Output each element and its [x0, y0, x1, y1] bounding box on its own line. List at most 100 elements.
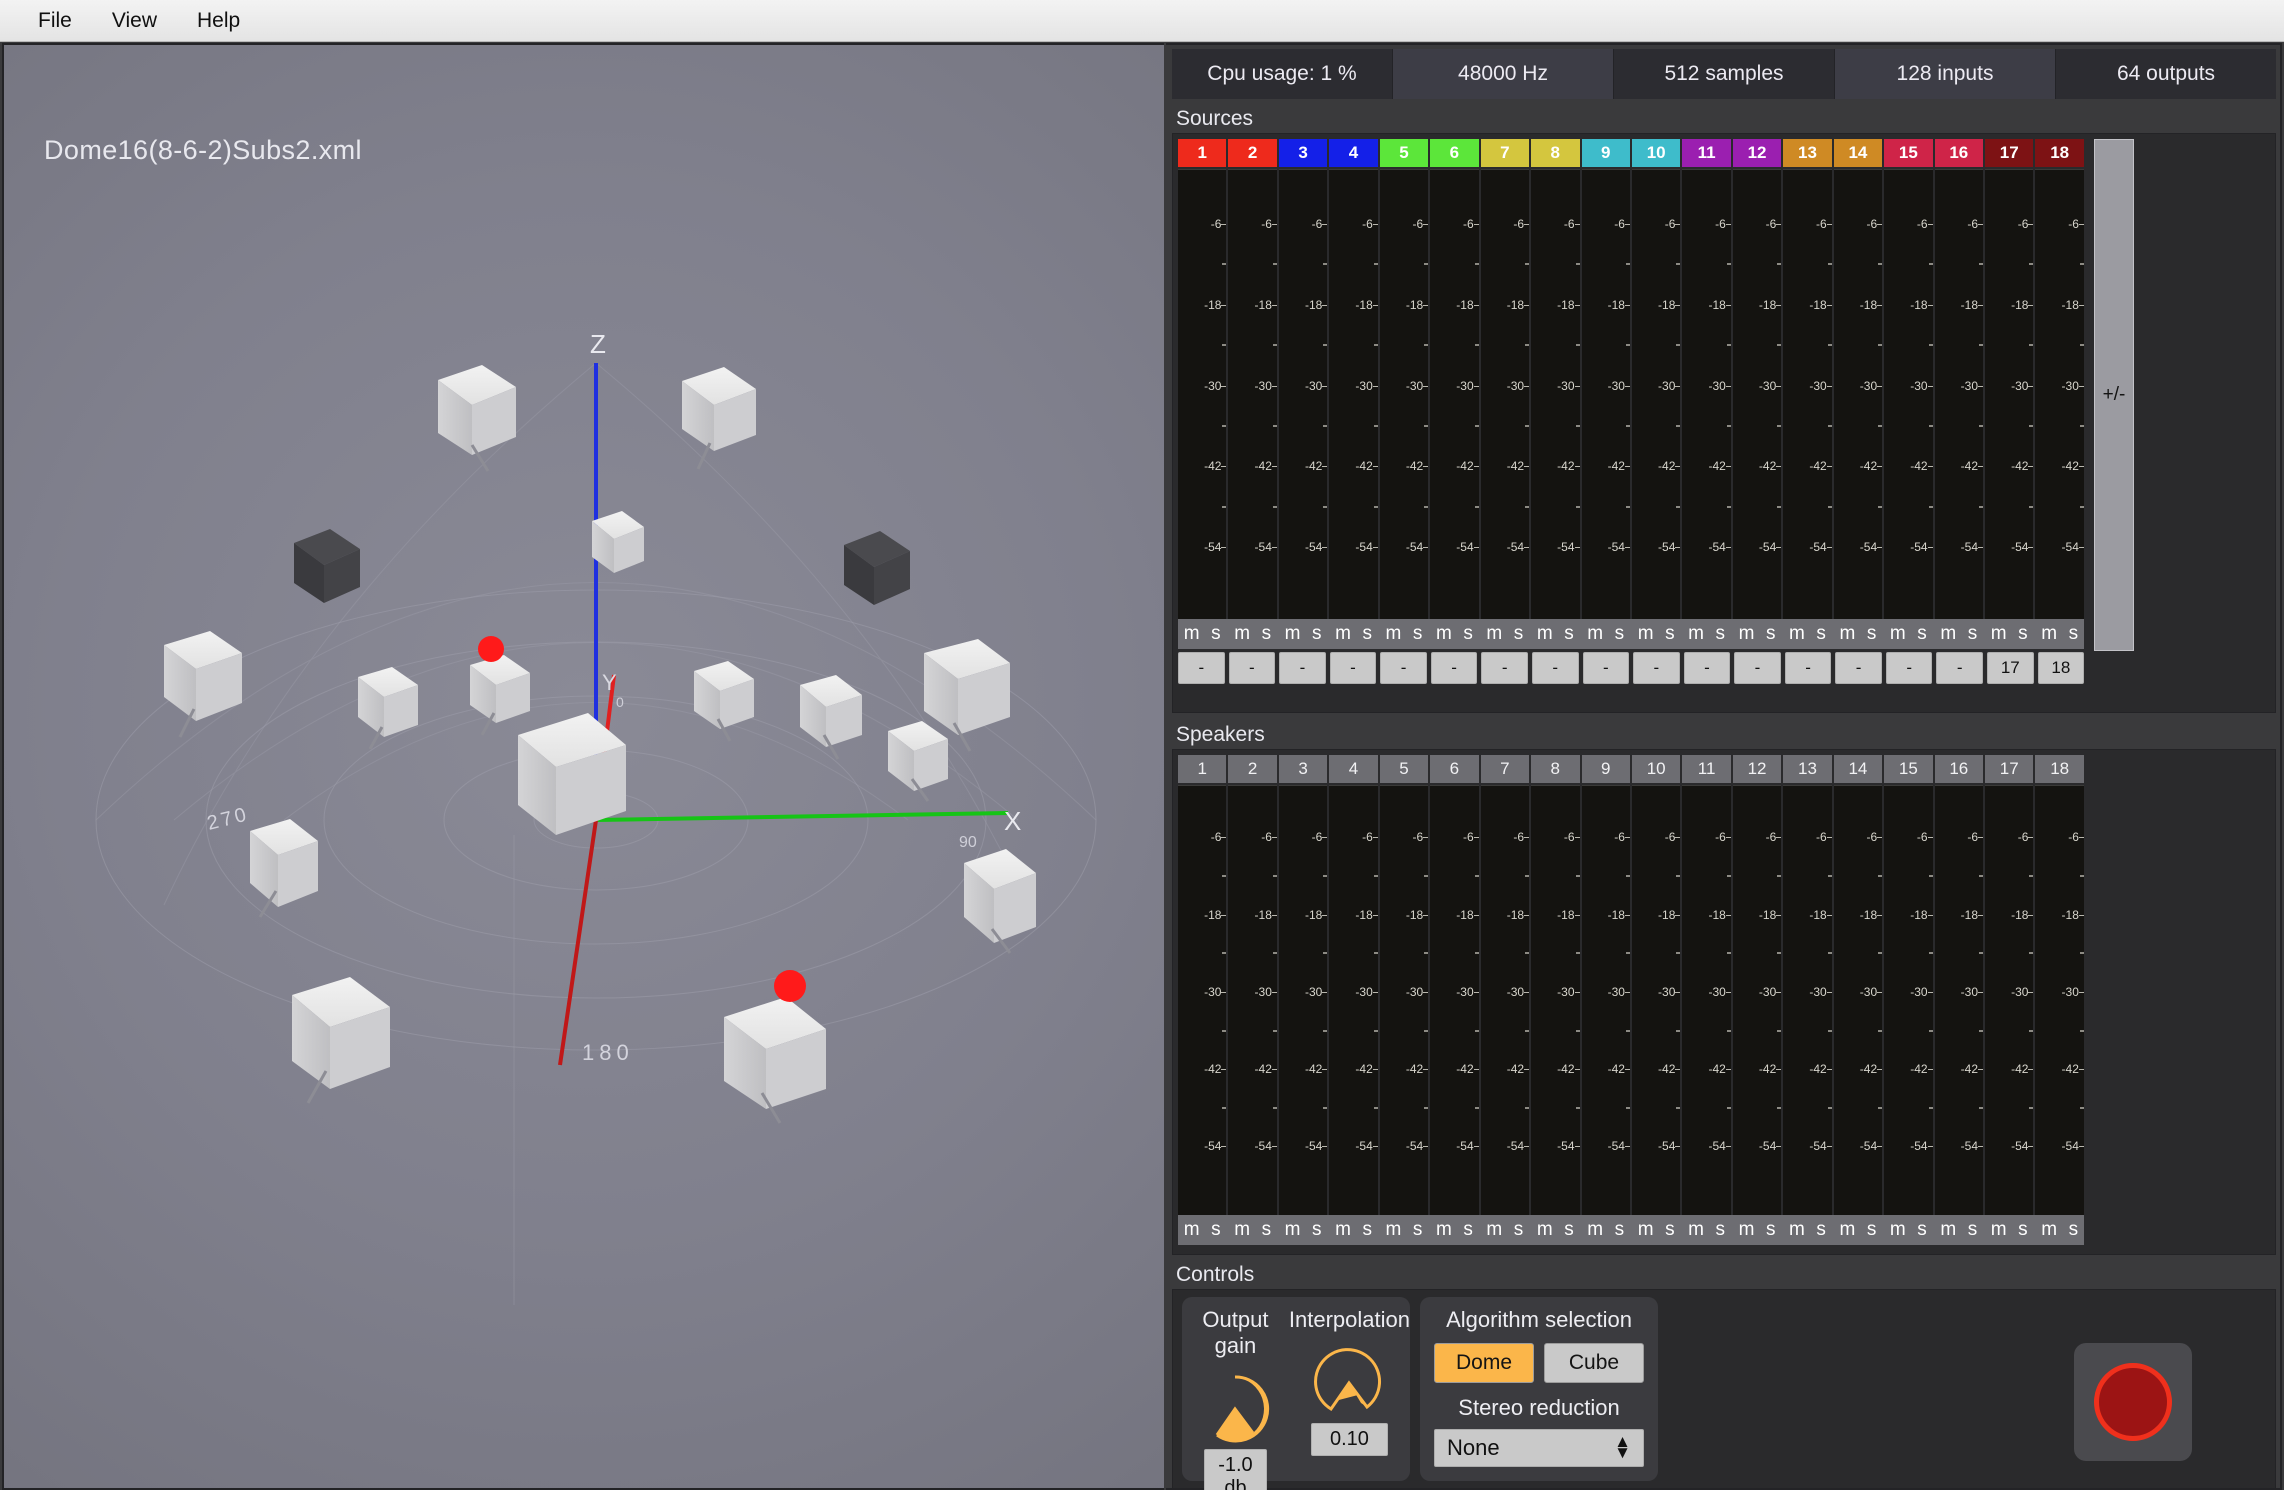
solo-button[interactable]: s: [1211, 1219, 1221, 1241]
status-tab-buffer-size[interactable]: 512 samples: [1614, 49, 1835, 99]
solo-button[interactable]: s: [1816, 1219, 1826, 1241]
solo-button[interactable]: s: [1917, 623, 1927, 645]
channel-header-14[interactable]: 14: [1833, 755, 1883, 783]
routing-button[interactable]: -: [1329, 652, 1377, 684]
mute-button[interactable]: m: [2041, 623, 2057, 645]
channel-header-16[interactable]: 16: [1934, 755, 1983, 783]
mute-button[interactable]: m: [1436, 1219, 1452, 1241]
mute-button[interactable]: m: [1839, 1219, 1855, 1241]
mute-button[interactable]: m: [1940, 623, 1956, 645]
mute-button[interactable]: m: [1486, 623, 1502, 645]
routing-button[interactable]: 18: [2037, 652, 2085, 684]
solo-button[interactable]: s: [1968, 623, 1978, 645]
channel-header-16[interactable]: 16: [1934, 139, 1983, 167]
interpolation-control[interactable]: Interpolation 0.10: [1289, 1307, 1410, 1490]
channel-header-8[interactable]: 8: [1531, 139, 1580, 167]
channel-header-7[interactable]: 7: [1480, 139, 1530, 167]
solo-button[interactable]: s: [1716, 1219, 1726, 1241]
mute-button[interactable]: m: [1688, 1219, 1704, 1241]
solo-button[interactable]: s: [1615, 623, 1625, 645]
channel-header-2[interactable]: 2: [1228, 139, 1277, 167]
algorithm-cube-button[interactable]: Cube: [1544, 1343, 1644, 1383]
output-gain-value[interactable]: -1.0 db: [1204, 1449, 1267, 1490]
routing-button[interactable]: -: [1734, 652, 1781, 684]
interpolation-knob[interactable]: [1289, 1343, 1410, 1419]
channel-header-5[interactable]: 5: [1379, 755, 1429, 783]
channel-header-5[interactable]: 5: [1379, 139, 1429, 167]
routing-button[interactable]: -: [1784, 652, 1832, 684]
solo-button[interactable]: s: [1716, 623, 1726, 645]
mute-button[interactable]: m: [1688, 623, 1704, 645]
status-tab-outputs[interactable]: 64 outputs: [2056, 49, 2276, 99]
channel-header-17[interactable]: 17: [1985, 755, 2034, 783]
output-gain-control[interactable]: Output gain -1.0 db: [1182, 1307, 1289, 1490]
mute-button[interactable]: m: [1386, 1219, 1402, 1241]
solo-button[interactable]: s: [1312, 1219, 1322, 1241]
mute-button[interactable]: m: [1638, 1219, 1654, 1241]
stereo-reduction-select[interactable]: None ▲ ▼: [1434, 1429, 1644, 1467]
channel-header-13[interactable]: 13: [1783, 755, 1832, 783]
mute-button[interactable]: m: [1739, 1219, 1755, 1241]
routing-button[interactable]: -: [1178, 652, 1225, 684]
channel-header-15[interactable]: 15: [1884, 139, 1933, 167]
channel-header-11[interactable]: 11: [1682, 139, 1731, 167]
routing-button[interactable]: 17: [1987, 652, 2034, 684]
menu-item-view[interactable]: View: [92, 7, 177, 35]
channel-header-18[interactable]: 18: [2035, 755, 2084, 783]
channel-header-1[interactable]: 1: [1178, 755, 1227, 783]
mute-button[interactable]: m: [1335, 623, 1351, 645]
solo-button[interactable]: s: [1362, 1219, 1372, 1241]
solo-button[interactable]: s: [2069, 623, 2079, 645]
mute-button[interactable]: m: [1789, 623, 1805, 645]
solo-button[interactable]: s: [2018, 623, 2028, 645]
routing-button[interactable]: -: [1683, 652, 1731, 684]
solo-button[interactable]: s: [1514, 1219, 1524, 1241]
channel-header-2[interactable]: 2: [1228, 755, 1277, 783]
mute-button[interactable]: m: [2041, 1219, 2057, 1241]
solo-button[interactable]: s: [1665, 623, 1675, 645]
solo-button[interactable]: s: [1564, 623, 1574, 645]
channel-header-1[interactable]: 1: [1178, 139, 1227, 167]
channel-header-8[interactable]: 8: [1531, 755, 1580, 783]
mute-button[interactable]: m: [1789, 1219, 1805, 1241]
routing-button[interactable]: -: [1380, 652, 1427, 684]
routing-button[interactable]: -: [1279, 652, 1326, 684]
mute-button[interactable]: m: [1991, 623, 2007, 645]
solo-button[interactable]: s: [1262, 623, 1272, 645]
routing-button[interactable]: -: [1885, 652, 1933, 684]
menu-item-file[interactable]: File: [18, 7, 92, 35]
mute-button[interactable]: m: [1739, 623, 1755, 645]
channel-header-9[interactable]: 9: [1581, 139, 1630, 167]
channel-header-11[interactable]: 11: [1682, 755, 1731, 783]
solo-button[interactable]: s: [1867, 1219, 1877, 1241]
channel-header-14[interactable]: 14: [1833, 139, 1883, 167]
channel-header-12[interactable]: 12: [1732, 755, 1782, 783]
status-tab-sample-rate[interactable]: 48000 Hz: [1393, 49, 1614, 99]
solo-button[interactable]: s: [1564, 1219, 1574, 1241]
mute-button[interactable]: m: [1234, 1219, 1250, 1241]
solo-button[interactable]: s: [2069, 1219, 2079, 1241]
routing-button[interactable]: -: [1936, 652, 1983, 684]
solo-button[interactable]: s: [1665, 1219, 1675, 1241]
routing-button[interactable]: -: [1430, 652, 1478, 684]
routing-button[interactable]: -: [1582, 652, 1630, 684]
solo-button[interactable]: s: [1413, 1219, 1423, 1241]
mute-button[interactable]: m: [1386, 623, 1402, 645]
routing-button[interactable]: -: [1531, 652, 1579, 684]
solo-button[interactable]: s: [1463, 1219, 1473, 1241]
mute-button[interactable]: m: [1839, 623, 1855, 645]
mute-button[interactable]: m: [1587, 1219, 1603, 1241]
solo-button[interactable]: s: [1917, 1219, 1927, 1241]
solo-button[interactable]: s: [1615, 1219, 1625, 1241]
mute-button[interactable]: m: [1587, 623, 1603, 645]
record-button[interactable]: [2074, 1343, 2192, 1461]
mute-button[interactable]: m: [1184, 1219, 1200, 1241]
channel-header-3[interactable]: 3: [1278, 755, 1328, 783]
output-gain-knob[interactable]: [1182, 1369, 1289, 1445]
viewport-3d[interactable]: Dome16(8-6-2)Subs2.xml Z X Y 0 90 180 27…: [2, 43, 1164, 1490]
channel-header-9[interactable]: 9: [1581, 755, 1630, 783]
mute-button[interactable]: m: [1537, 1219, 1553, 1241]
routing-button[interactable]: -: [1835, 652, 1882, 684]
channel-header-17[interactable]: 17: [1985, 139, 2034, 167]
mute-button[interactable]: m: [1234, 623, 1250, 645]
